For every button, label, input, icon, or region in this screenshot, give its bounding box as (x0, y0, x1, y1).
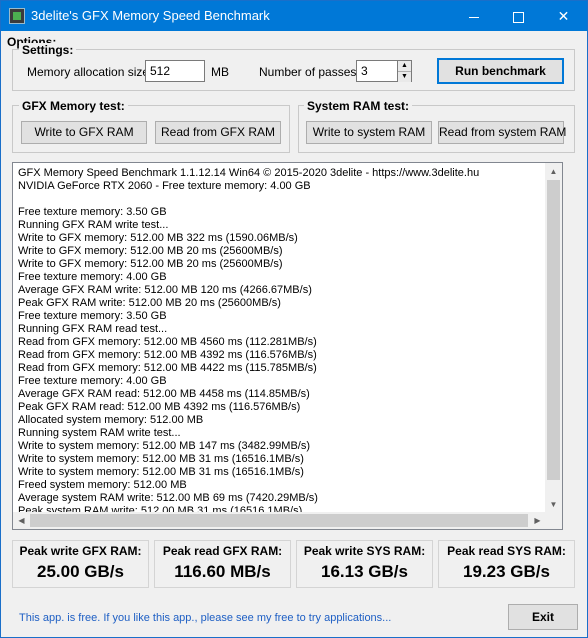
log-line: Write to GFX memory: 512.00 MB 20 ms (25… (18, 245, 283, 257)
sys-test-label: System RAM test: (304, 99, 413, 113)
read-system-ram-button[interactable]: Read from system RAM (438, 121, 566, 144)
result-value: 25.00 GB/s (37, 562, 124, 581)
log-line: Allocated system memory: 512.00 MB (18, 414, 204, 426)
log-line: Free texture memory: 3.50 GB (18, 310, 167, 322)
log-line: Peak GFX RAM read: 512.00 MB 4392 ms (11… (18, 401, 301, 413)
minimize-button[interactable] (451, 1, 496, 31)
memory-allocation-input[interactable] (145, 60, 205, 82)
close-icon: ✕ (557, 8, 570, 24)
stepper-down-icon[interactable]: ▼ (398, 71, 411, 82)
result-value: 116.60 MB/s (174, 562, 271, 581)
log-line: Freed system memory: 512.00 MB (18, 479, 187, 491)
passes-input[interactable] (356, 60, 398, 82)
log-line: GFX Memory Speed Benchmark 1.1.12.14 Win… (18, 167, 480, 179)
log-line: Average GFX RAM read: 512.00 MB 4458 ms … (18, 388, 310, 400)
horizontal-scroll-thumb[interactable] (30, 514, 528, 527)
result-peak-read-gfx: Peak read GFX RAM: 116.60 MB/s (154, 540, 291, 588)
app-window: 3delite's GFX Memory Speed Benchmark ✕ O… (0, 0, 588, 638)
log-line: Write to system memory: 512.00 MB 31 ms … (18, 453, 304, 465)
write-gfx-ram-button[interactable]: Write to GFX RAM (21, 121, 147, 144)
log-output[interactable]: GFX Memory Speed Benchmark 1.1.12.14 Win… (12, 162, 563, 530)
exit-button[interactable]: Exit (508, 604, 578, 630)
run-benchmark-button[interactable]: Run benchmark (437, 58, 564, 84)
memory-allocation-unit: MB (211, 65, 229, 79)
gfx-test-label: GFX Memory test: (19, 99, 128, 113)
vertical-scrollbar[interactable]: ▲ ▼ (545, 163, 562, 513)
log-line: Read from GFX memory: 512.00 MB 4560 ms … (18, 336, 317, 348)
result-value: 19.23 GB/s (463, 562, 550, 581)
scroll-right-icon[interactable]: ▶ (529, 512, 546, 529)
result-label: Peak write GFX RAM: (19, 544, 142, 558)
log-line: NVIDIA GeForce RTX 2060 - Free texture m… (18, 180, 311, 192)
log-line: Average system RAM write: 512.00 MB 69 m… (18, 492, 318, 504)
minimize-icon (468, 16, 479, 18)
log-line: Running system RAM write test... (18, 427, 181, 439)
scroll-up-icon[interactable]: ▲ (545, 163, 562, 180)
settings-label: Settings: (19, 43, 77, 57)
passes-stepper[interactable]: ▲ ▼ (398, 60, 412, 82)
log-line: Free texture memory: 4.00 GB (18, 375, 167, 387)
result-label: Peak write SYS RAM: (303, 544, 426, 558)
log-line: Peak GFX RAM write: 512.00 MB 20 ms (256… (18, 297, 281, 309)
close-button[interactable]: ✕ (541, 1, 586, 31)
log-line: Write to system memory: 512.00 MB 31 ms … (18, 466, 304, 478)
write-system-ram-button[interactable]: Write to system RAM (306, 121, 432, 144)
app-icon (9, 8, 25, 24)
log-lines: GFX Memory Speed Benchmark 1.1.12.14 Win… (18, 167, 548, 518)
log-line: Write to GFX memory: 512.00 MB 322 ms (1… (18, 232, 298, 244)
memory-allocation-label: Memory allocation size: (27, 65, 153, 79)
log-line: Average GFX RAM write: 512.00 MB 120 ms … (18, 284, 312, 296)
log-line: Free texture memory: 4.00 GB (18, 271, 167, 283)
scroll-left-icon[interactable]: ◀ (13, 512, 30, 529)
result-peak-read-sys: Peak read SYS RAM: 19.23 GB/s (438, 540, 575, 588)
maximize-icon (513, 11, 524, 23)
vertical-scroll-thumb[interactable] (547, 180, 560, 480)
scroll-corner (545, 512, 562, 529)
log-line: Running GFX RAM write test... (18, 219, 169, 231)
result-label: Peak read GFX RAM: (162, 544, 283, 558)
log-line: Read from GFX memory: 512.00 MB 4422 ms … (18, 362, 317, 374)
maximize-button[interactable] (496, 1, 541, 31)
log-line: Write to system memory: 512.00 MB 147 ms… (18, 440, 311, 452)
horizontal-scrollbar[interactable]: ◀ ▶ (13, 512, 546, 529)
log-line: Free texture memory: 3.50 GB (18, 206, 167, 218)
log-line: Write to GFX memory: 512.00 MB 20 ms (25… (18, 258, 283, 270)
log-line: Read from GFX memory: 512.00 MB 4392 ms … (18, 349, 317, 361)
result-value: 16.13 GB/s (321, 562, 408, 581)
log-line: Running GFX RAM read test... (18, 323, 168, 335)
result-peak-write-sys: Peak write SYS RAM: 16.13 GB/s (296, 540, 433, 588)
stepper-up-icon[interactable]: ▲ (398, 61, 411, 71)
result-peak-write-gfx: Peak write GFX RAM: 25.00 GB/s (12, 540, 149, 588)
free-apps-link[interactable]: This app. is free. If you like this app.… (19, 612, 391, 624)
title-bar[interactable]: 3delite's GFX Memory Speed Benchmark ✕ (1, 1, 587, 31)
read-gfx-ram-button[interactable]: Read from GFX RAM (155, 121, 281, 144)
scroll-down-icon[interactable]: ▼ (545, 496, 562, 513)
window-title: 3delite's GFX Memory Speed Benchmark (31, 8, 270, 23)
passes-label: Number of passes: (259, 65, 360, 79)
result-label: Peak read SYS RAM: (447, 544, 566, 558)
